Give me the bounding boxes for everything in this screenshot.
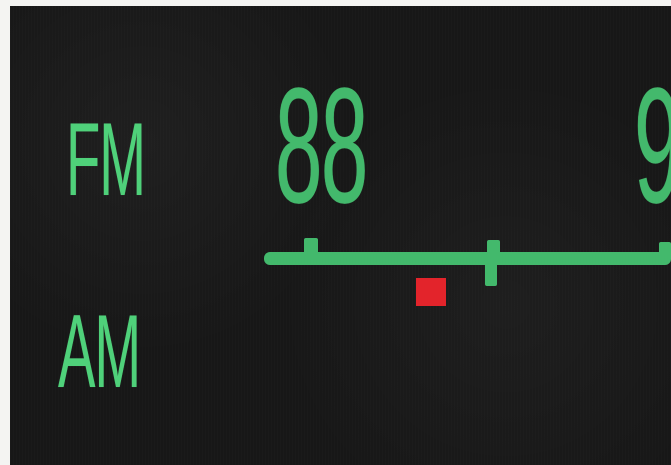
scale-tick-middle-top: [487, 240, 500, 260]
scale-tick-middle-bottom: [485, 260, 497, 286]
tuning-indicator: [416, 278, 446, 306]
scale-tick-right-partial: [659, 242, 671, 260]
scale-tick-left: [304, 238, 318, 256]
tuning-scale: [264, 238, 671, 306]
radio-dial-panel: FM 88 9 AM: [10, 6, 671, 465]
frequency-scale-line: [264, 252, 671, 265]
